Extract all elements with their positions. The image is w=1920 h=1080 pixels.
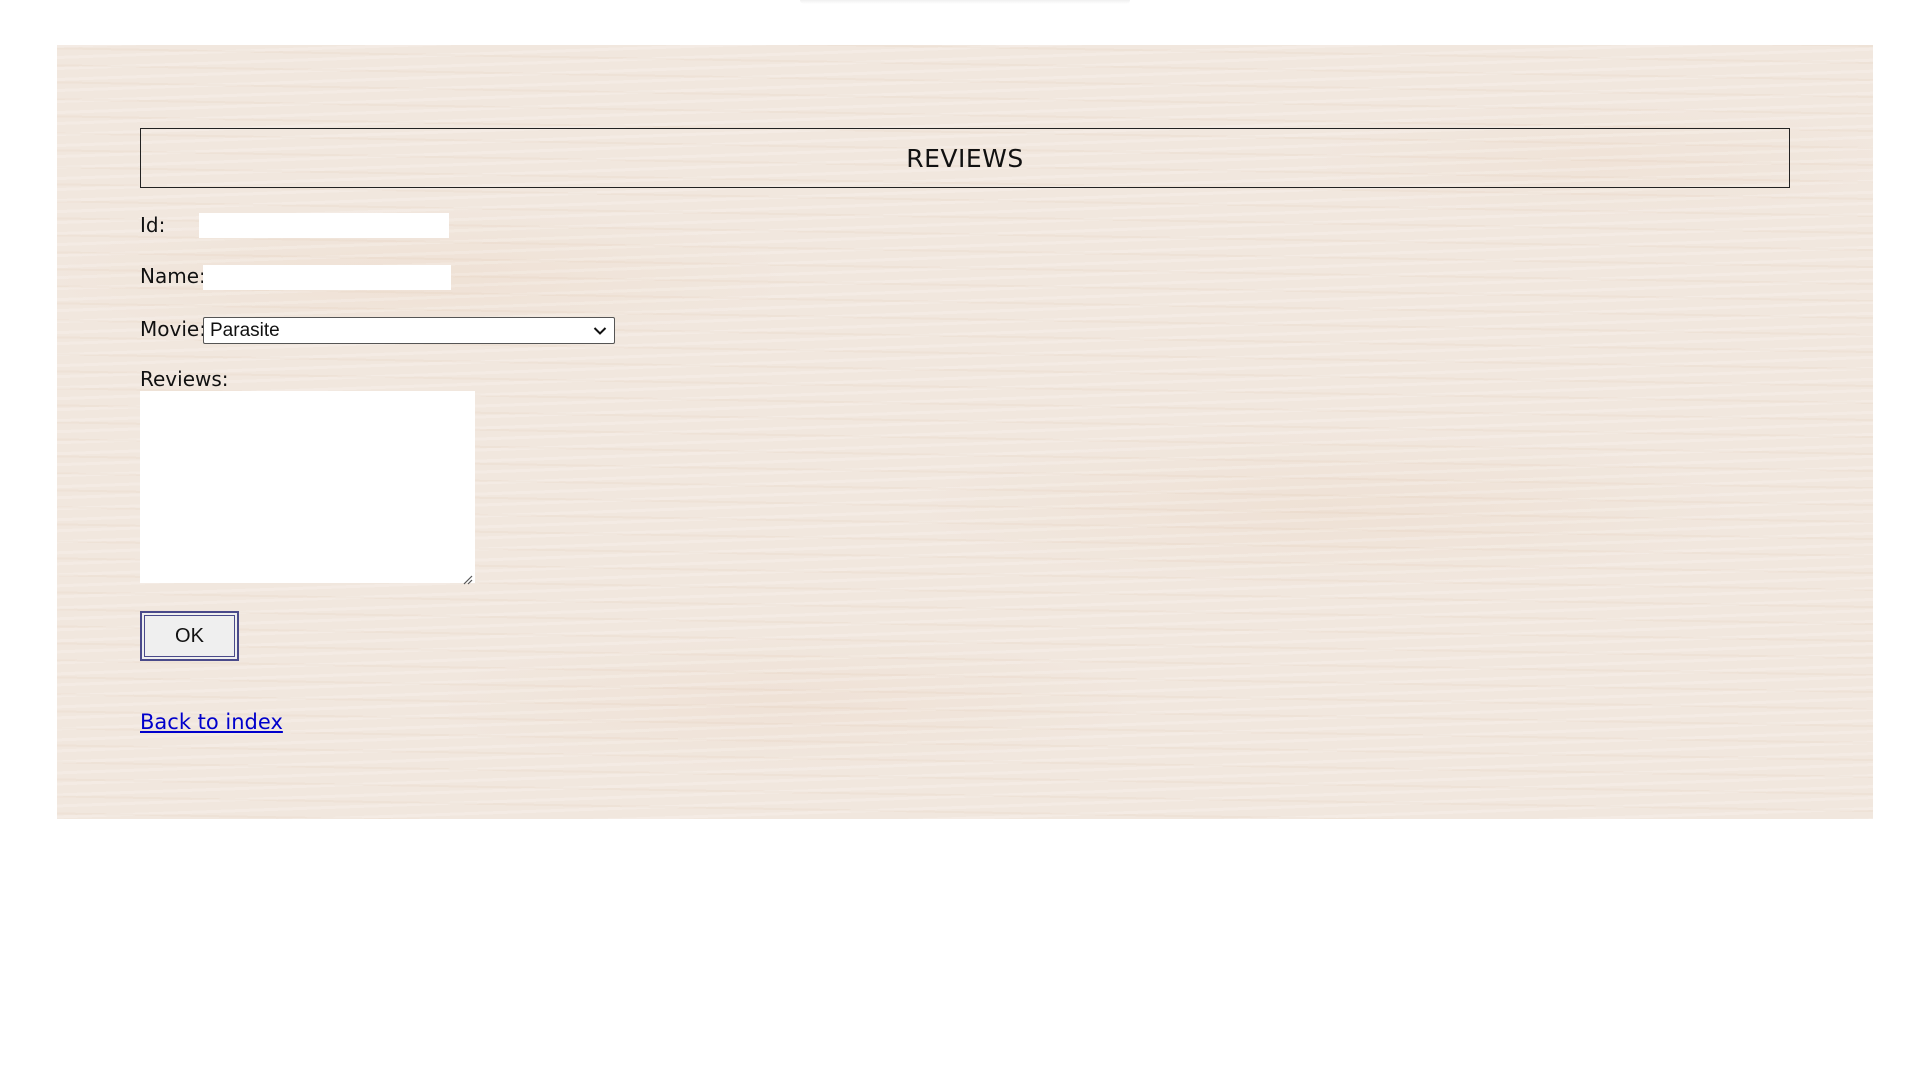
chevron-down-icon [592, 323, 608, 339]
name-field[interactable] [203, 265, 451, 290]
top-edge-shadow [800, 0, 1130, 4]
page-title: REVIEWS [906, 143, 1024, 173]
back-to-index-link[interactable]: Back to index [140, 710, 283, 734]
page-header: REVIEWS [140, 128, 1790, 188]
reviews-label: Reviews: [140, 367, 229, 391]
id-label: Id: [140, 213, 166, 237]
name-label: Name: [140, 264, 206, 288]
reviews-panel: REVIEWS Id: Name: Movie: Parasite Review… [57, 45, 1873, 819]
id-field[interactable] [199, 213, 449, 238]
movie-select-value: Parasite [210, 319, 280, 341]
reviews-textarea[interactable] [140, 391, 475, 583]
movie-select[interactable]: Parasite [203, 317, 615, 344]
resize-grip-icon[interactable] [461, 570, 473, 585]
ok-button[interactable]: OK [140, 611, 239, 661]
movie-label: Movie: [140, 317, 206, 341]
